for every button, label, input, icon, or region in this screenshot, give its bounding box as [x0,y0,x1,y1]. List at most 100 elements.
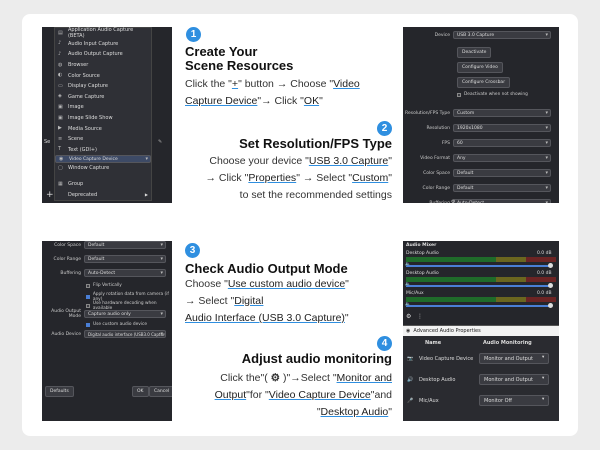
property-row: BufferingAuto-Detect [42,269,172,277]
volume-slider[interactable] [406,285,550,287]
source-name: Video Capture Device [419,356,474,362]
menu-item-label: Window Capture [68,165,110,172]
step-1-badge: 1 [186,27,201,42]
property-label: Resolution/FPS Type [405,110,450,116]
property-select[interactable]: Custom [453,109,551,117]
property-select[interactable]: USB 3.0 Capture [453,31,551,39]
step-2-badge: 2 [377,121,392,136]
source-type-icon: ≡ [58,135,63,142]
volume-slider[interactable] [406,265,550,267]
speaker-icon: 🔈 [405,302,411,307]
add-source-screenshot: ▤ Application Audio Capture (BETA) ♪ Audio … [42,27,172,203]
property-label: Resolution [426,125,450,131]
property-row: BufferingAuto-Detect [403,199,559,203]
property-label: Buffering [429,200,450,204]
menu-item[interactable]: ▶ Media Source [55,123,151,134]
monitoring-select[interactable]: Monitor and Output [479,374,549,385]
menu-item-label: Application Audio Capture (BETA) [67,27,134,40]
option-checkbox[interactable]: Flip Vertically [86,283,122,288]
step-2-title: Set Resolution/FPS Type [239,136,392,151]
channel-db: 0.0 dB [537,251,552,256]
volume-slider[interactable] [406,305,550,307]
source-name: Desktop Audio [419,377,456,383]
menu-item-label: Browser [68,62,89,69]
property-label: Buffering [60,270,81,276]
property-select[interactable]: Default [453,169,551,177]
source-type-icon: ▢ [58,164,63,171]
defaults-button[interactable]: Defaults [45,386,74,397]
property-select[interactable]: Auto-Detect [453,199,551,203]
video-capture-device-link: Video Capture Device [268,389,371,401]
deactivate-checkbox[interactable]: Deactivate when not showing [457,92,528,97]
menu-item[interactable]: ▣ Image Slide Show [55,113,151,124]
checkbox-box [457,92,461,97]
property-select[interactable]: Auto-Detect [84,269,166,277]
menu-item[interactable]: ♪ Audio Input Capture [55,39,151,50]
custom-audio-device-link: Use custom audio device [227,278,346,290]
menu-item-label: Deprecated [68,191,98,198]
volume-knob[interactable] [548,263,553,268]
channel-name: Desktop Audio [406,251,439,256]
volume-knob[interactable] [548,303,553,308]
checkbox-label: Deactivate when not showing [464,92,528,97]
menu-item[interactable]: ▭ Display Capture [55,81,151,92]
chevron-down-icon: ▾ [542,355,545,360]
source-type-icon: ◐ [58,72,63,79]
step-3-badge: 3 [185,243,200,258]
source-type-icon: ▭ [58,82,63,89]
custom-audio-checkbox[interactable]: Use custom audio device [86,322,147,327]
channel-db: 0.0 dB [537,291,552,296]
add-source-button[interactable]: + [46,190,54,200]
menu-item-label: Image Slide Show [68,115,113,122]
property-select[interactable]: 1920x1080 [453,124,551,132]
step-1-title-line2: Scene Resources [185,58,294,73]
cancel-button[interactable]: Cancel [149,386,172,397]
menu-item[interactable]: ◐ Color Source [55,70,151,81]
digital-link: Digital [234,295,264,307]
speaker-icon: 🔈 [405,282,411,287]
monitoring-select[interactable]: Monitor and Output [479,353,549,364]
menu-item[interactable]: ♪ Audio Output Capture [55,49,151,60]
monitoring-select[interactable]: Monitor Off [479,395,549,406]
property-select[interactable]: Default [84,241,166,249]
property-select[interactable]: 60 [453,139,551,147]
dialog-title: Advanced Audio Properties [413,328,481,334]
property-row: Color Space Default [42,241,172,249]
audio-device-select[interactable]: Digital audio interface (USB3.0 Capture) [84,330,166,338]
menu-item[interactable]: ◉ Video Capture Device [55,155,151,164]
col-monitor-header: Audio Monitoring [483,340,532,346]
configure-crossbar-button[interactable]: Configure Crossbar [457,77,511,88]
deactivate-button[interactable]: Deactivate [457,47,492,58]
configure-video-button[interactable]: Configure Video [457,62,503,73]
step-1-instruction: Click the "+" button → Choose "Video Cap… [185,78,360,107]
menu-item[interactable]: Deprecated ▶ [55,189,151,200]
menu-item[interactable]: ▣ Image [55,102,151,113]
step-4-instruction: Click the"( ⚙ )"→Select "Monitor and Out… [214,372,392,418]
audio-mixer-screenshot: Audio Mixer Desktop Audio 0.0 dB 🔈 Desktop A… [403,241,559,421]
digital-audio-interface-link: Audio Interface (USB 3.0 Capture) [185,312,345,324]
property-select[interactable]: Any [453,154,551,162]
audio-mode-select[interactable]: Capture audio only [84,310,166,318]
chevron-down-icon: ▾ [542,397,545,402]
monitor-and-link: Monitor and [336,372,392,384]
menu-item[interactable]: ≡ Scene [55,134,151,145]
menu-item[interactable]: ◈ Game Capture [55,92,151,103]
speaker-icon: 🔊 [407,377,414,383]
property-select[interactable]: Default [84,255,166,263]
volume-knob[interactable] [548,283,553,288]
checkbox-label: Flip Vertically [93,283,122,288]
property-select[interactable]: Default [453,184,551,192]
property-row: Color Range Default [403,184,559,192]
menu-item[interactable]: ◍ Browser [55,60,151,71]
property-row: Video Format Any [403,154,559,162]
menu-item[interactable]: T Text (GDI+) [55,145,151,156]
menu-item[interactable]: ▤ Application Audio Capture (BETA) [55,27,151,40]
menu-item[interactable]: ▦ Group [55,179,151,190]
ok-button[interactable]: OK [132,386,149,397]
add-source-menu: ▤ Application Audio Capture (BETA) ♪ Audio … [54,27,152,201]
source-type-icon: ♪ [58,40,62,47]
property-row: FPS 60 [403,139,559,147]
menu-item[interactable]: ▢ Window Capture [55,163,151,174]
property-row: Color Range Default [42,255,172,263]
gear-icon: ⚙ [451,199,456,203]
